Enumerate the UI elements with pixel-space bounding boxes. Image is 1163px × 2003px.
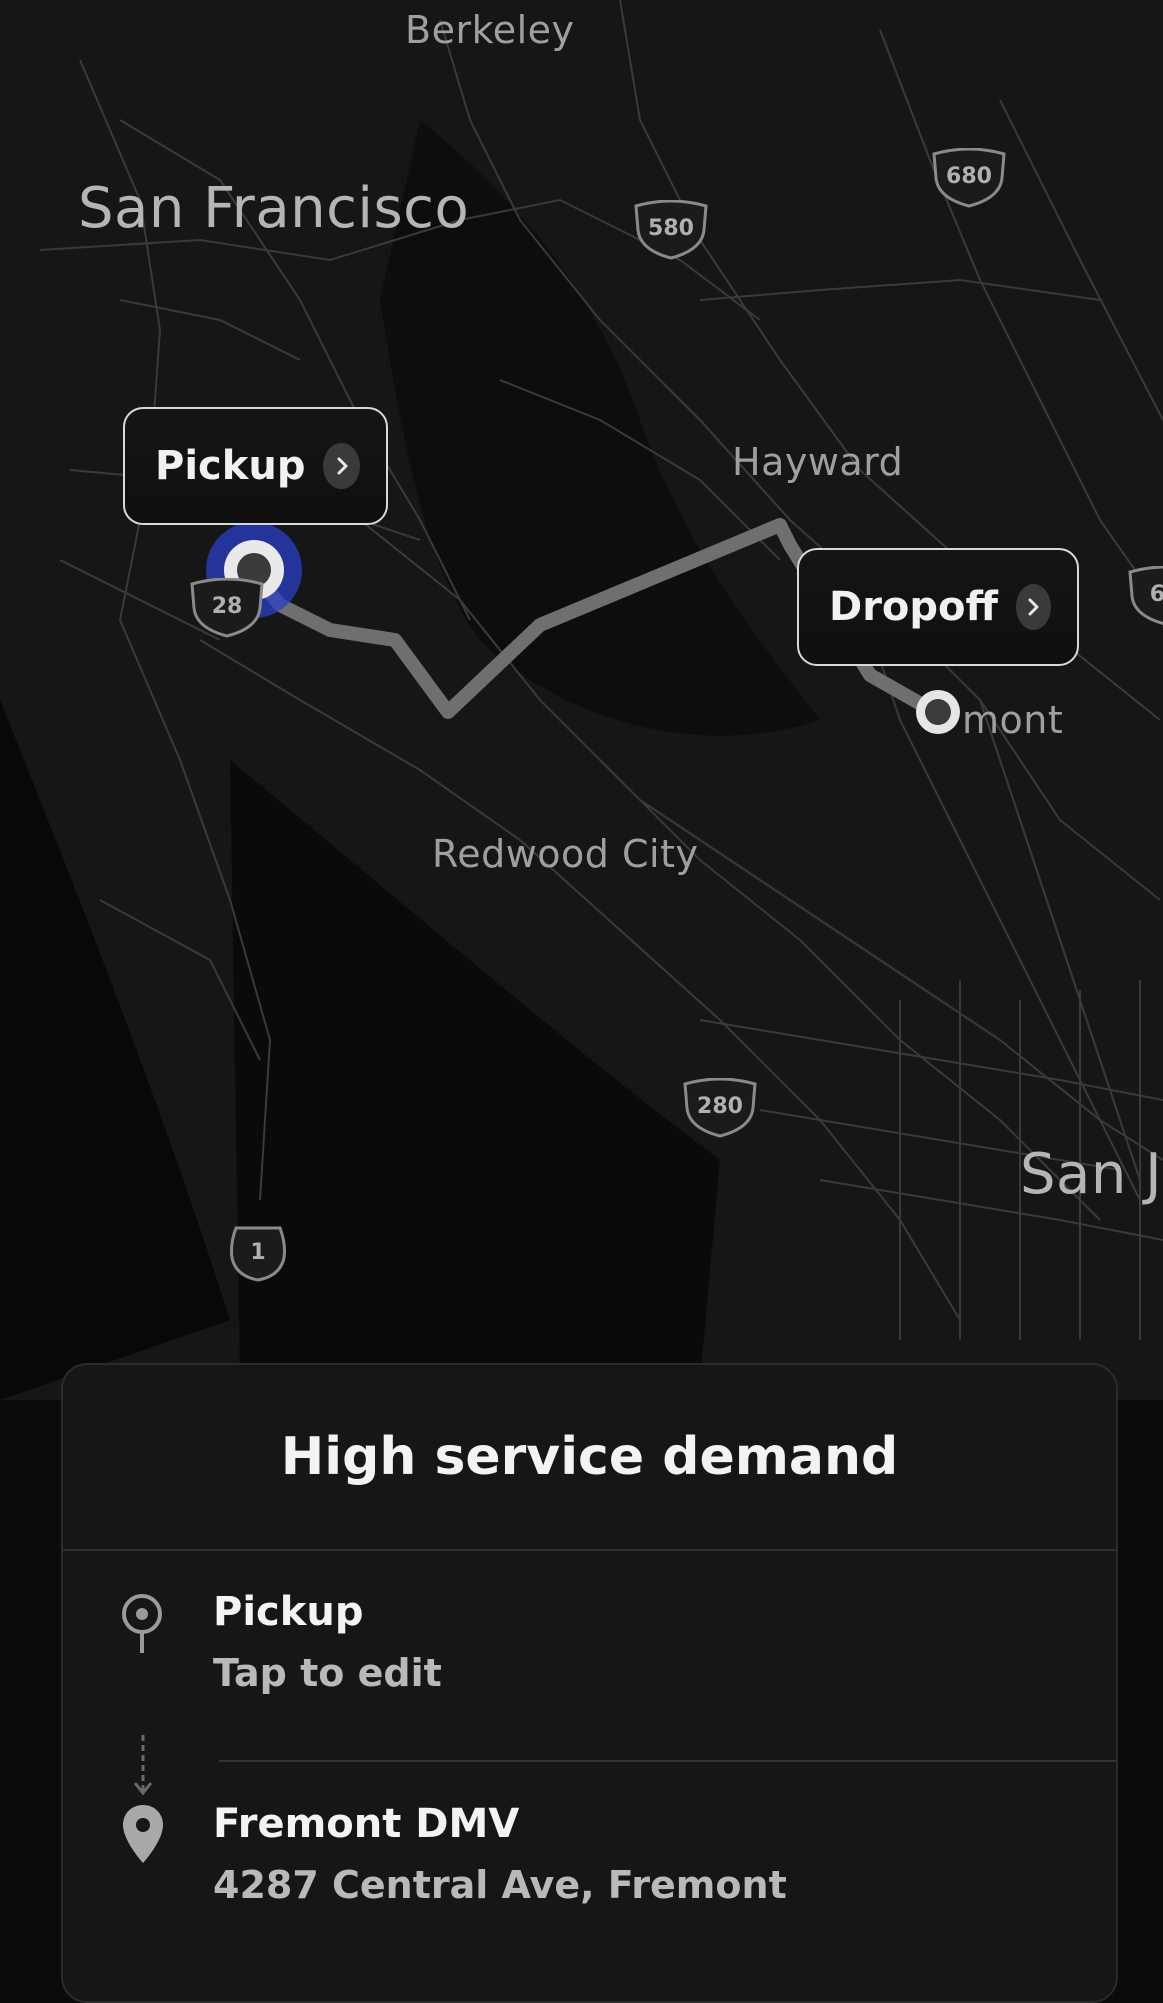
pickup-row-hint: Tap to edit: [213, 1651, 442, 1695]
highway-280-south-label: 280: [697, 1094, 743, 1119]
trip-sheet: High service demand Pickup Tap to edit F…: [61, 1363, 1118, 2003]
label-fremont: mont: [962, 698, 1064, 742]
label-san-francisco: San Francisco: [78, 176, 470, 241]
chevron-right-icon: [1015, 584, 1051, 630]
highway-580-label: 580: [648, 216, 694, 241]
row-divider: [219, 1760, 1116, 1762]
highway-partial-east-label: 68: [1149, 582, 1163, 607]
pickup-row-title: Pickup: [213, 1589, 364, 1635]
location-pin-outline-icon: [119, 1591, 165, 1659]
highway-680-label: 680: [946, 164, 992, 189]
label-redwood-city: Redwood City: [432, 832, 699, 876]
highway-580-shield-icon: 580: [632, 200, 710, 260]
highway-680-shield-icon: 680: [930, 148, 1008, 208]
dropoff-marker[interactable]: [916, 690, 960, 734]
pickup-row[interactable]: Pickup Tap to edit: [63, 1551, 1116, 1721]
highway-partial-east-shield-icon: 68: [1126, 566, 1163, 626]
dropoff-row[interactable]: Fremont DMV 4287 Central Ave, Fremont: [63, 1763, 1116, 1963]
chevron-right-icon: [323, 443, 360, 489]
highway-280-north-label: 28: [211, 594, 243, 619]
pickup-callout[interactable]: Pickup: [123, 407, 388, 525]
pickup-callout-label: Pickup: [155, 443, 306, 489]
highway-280-north-shield-icon: 28: [188, 578, 266, 638]
dropoff-row-address: 4287 Central Ave, Fremont: [213, 1863, 787, 1907]
dropoff-callout-label: Dropoff: [829, 584, 998, 630]
dropoff-callout[interactable]: Dropoff: [797, 548, 1079, 666]
label-berkeley: Berkeley: [405, 8, 575, 52]
highway-1-label: 1: [250, 1240, 266, 1265]
highway-1-shield-icon: 1: [226, 1224, 290, 1284]
label-hayward: Hayward: [732, 440, 904, 484]
sheet-title: High service demand: [63, 1365, 1116, 1551]
label-san-jose: San J: [1020, 1142, 1163, 1207]
location-pin-filled-icon: [121, 1803, 165, 1871]
dropoff-row-title: Fremont DMV: [213, 1801, 520, 1847]
highway-280-south-shield-icon: 280: [681, 1078, 759, 1138]
